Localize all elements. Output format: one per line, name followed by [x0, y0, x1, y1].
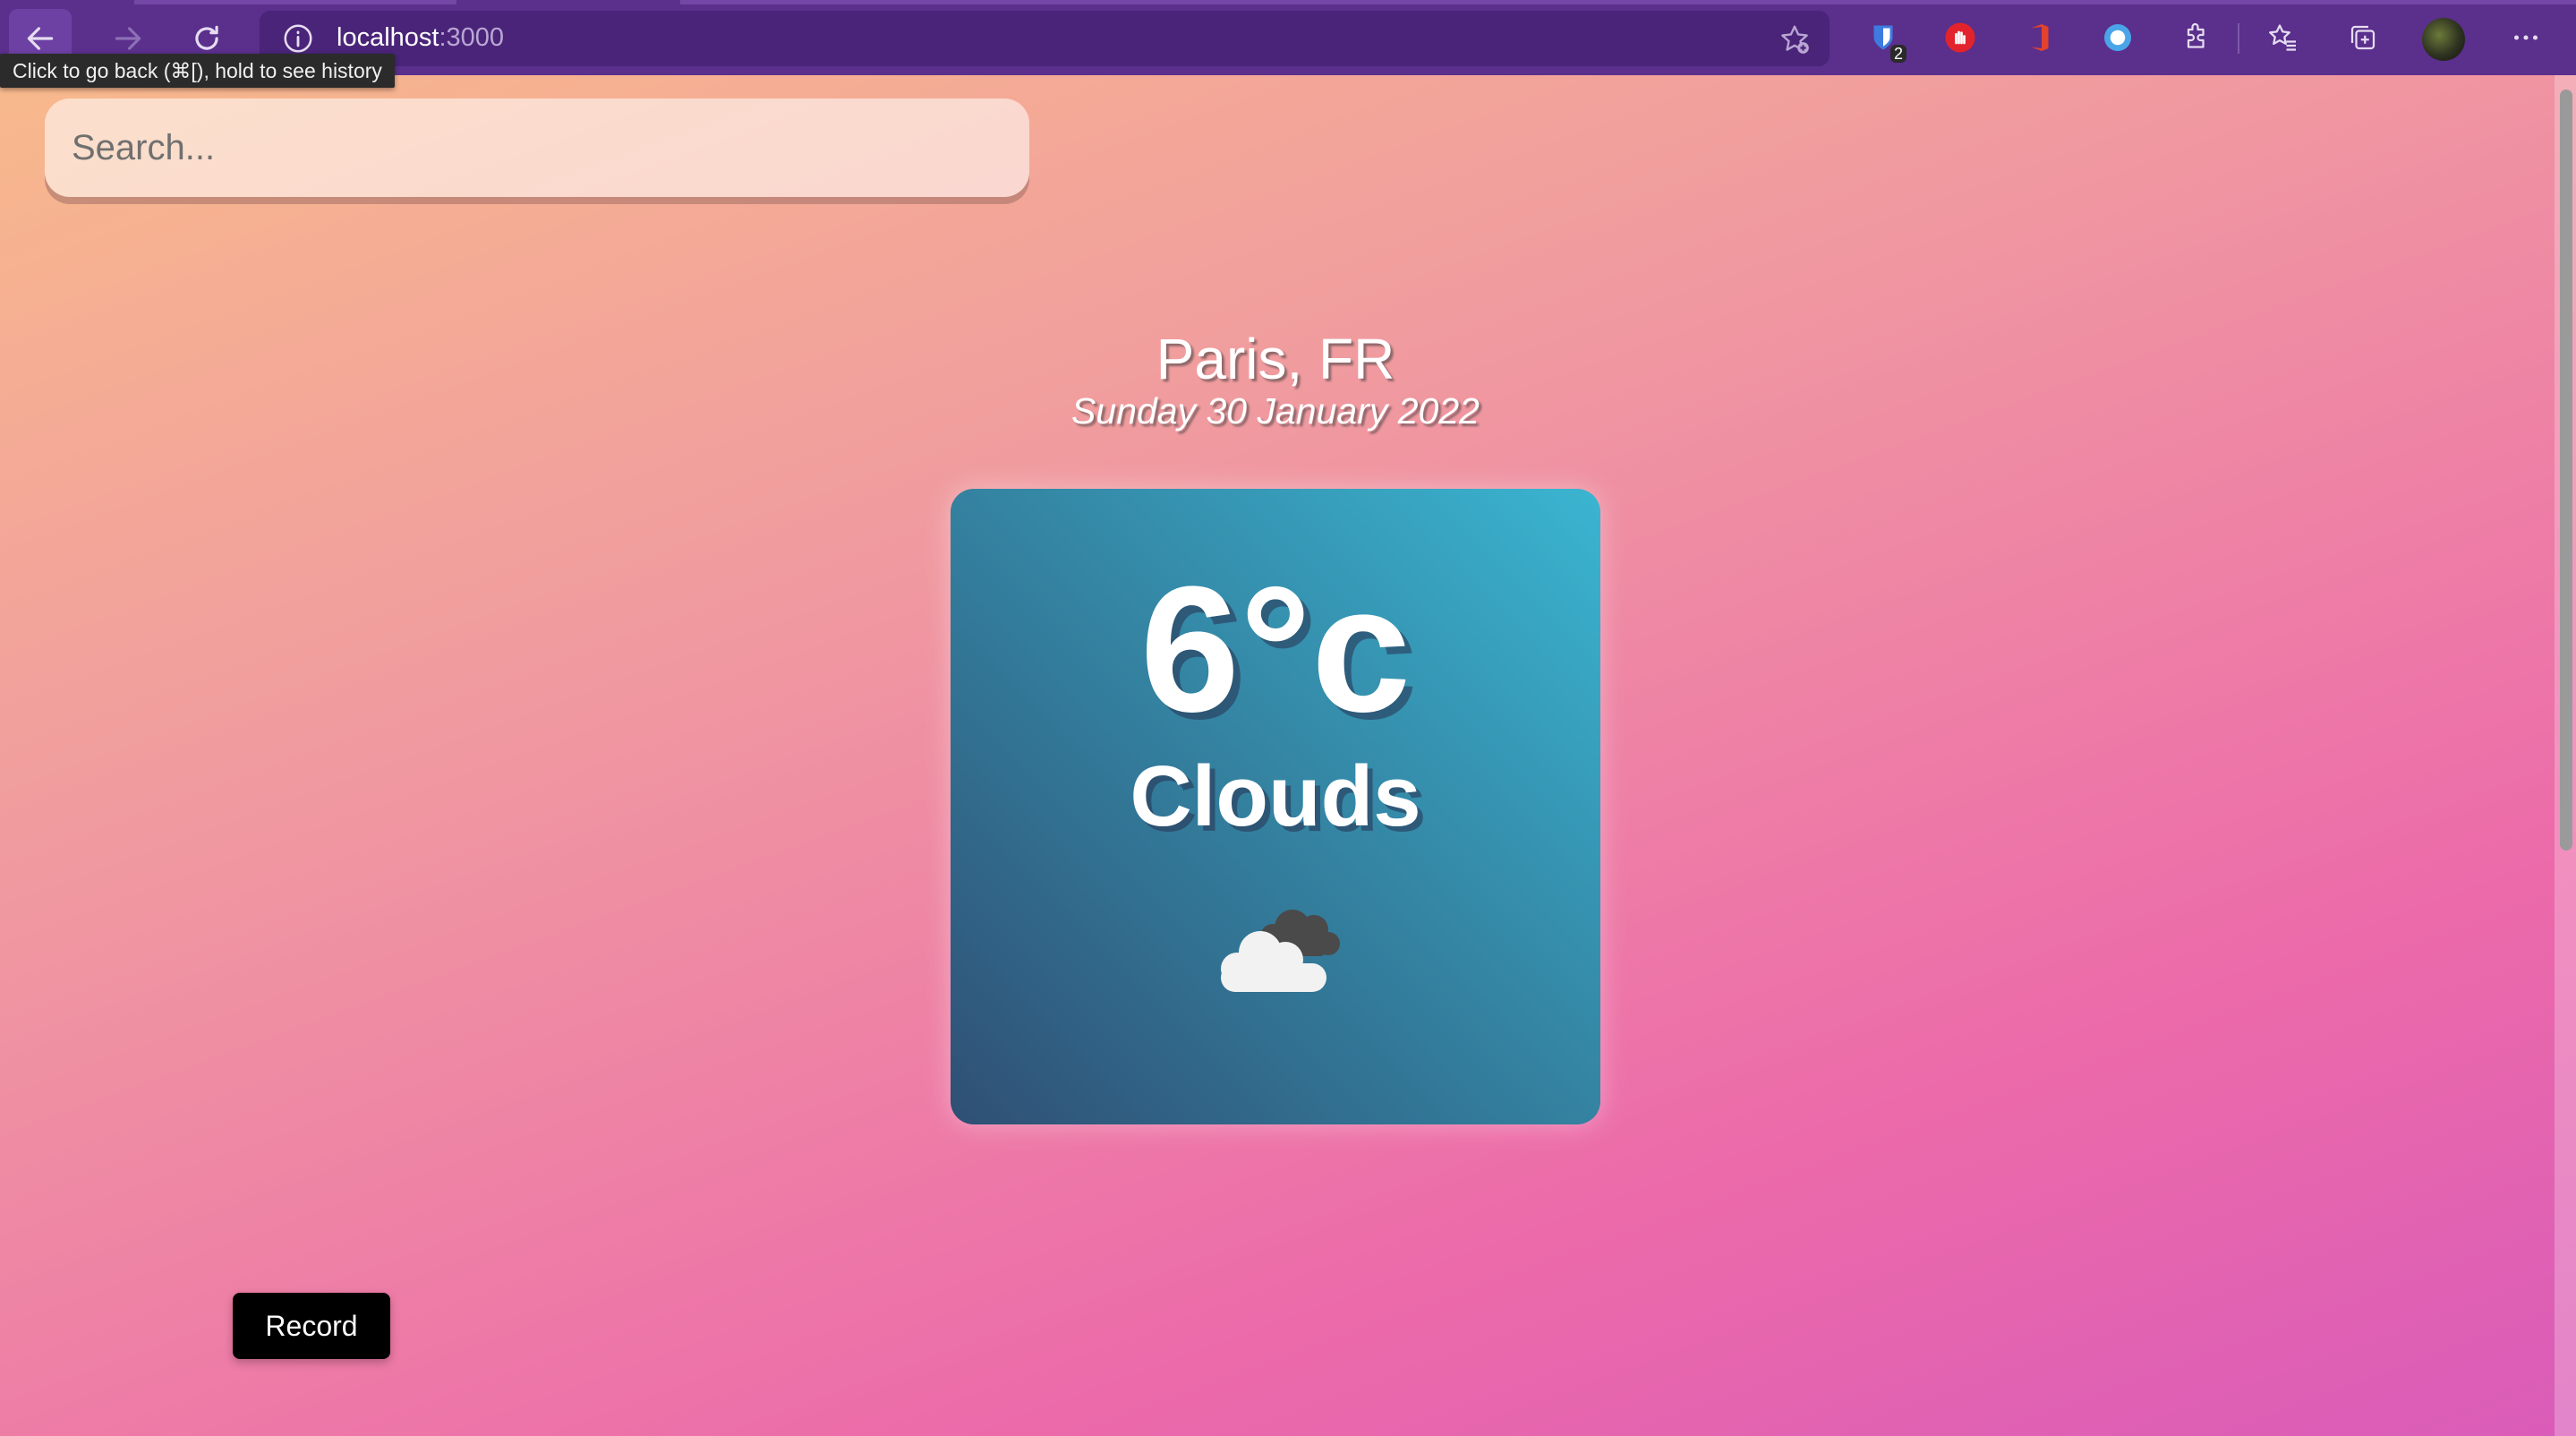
- page-scrollbar[interactable]: [2555, 75, 2576, 1436]
- add-favorite-icon[interactable]: [1778, 22, 1812, 56]
- hand-extension-button[interactable]: [1942, 20, 1978, 56]
- collections-button[interactable]: [2345, 20, 2381, 56]
- weather-card: 6°c Clouds: [951, 489, 1600, 1124]
- office-icon: [2031, 24, 2049, 51]
- tab-strip-edge: [134, 0, 456, 4]
- puzzle-icon: [2187, 22, 2205, 48]
- search-input[interactable]: [45, 98, 1029, 197]
- shield-extension-button[interactable]: 2: [1865, 20, 1906, 63]
- scrollbar-thumb[interactable]: [2560, 90, 2572, 850]
- record-button[interactable]: Record: [233, 1293, 390, 1359]
- extension-badge: 2: [1889, 45, 1906, 63]
- settings-menu-button[interactable]: [2508, 20, 2544, 56]
- clouds-icon: [1221, 910, 1340, 992]
- weather-condition: Clouds: [1130, 748, 1421, 844]
- favorites-button[interactable]: [2265, 20, 2300, 56]
- profile-avatar[interactable]: [2422, 18, 2465, 61]
- url-port: :3000: [439, 23, 505, 52]
- collections-icon: [2350, 25, 2376, 50]
- arrow-left-icon: [27, 27, 54, 50]
- circle-logo-icon: [2104, 24, 2131, 51]
- info-icon[interactable]: [281, 21, 315, 56]
- url-text[interactable]: localhost:3000: [337, 23, 504, 53]
- reload-icon: [195, 25, 218, 50]
- office-extension-button[interactable]: [2021, 20, 2057, 56]
- temperature-value: 6°c: [1139, 550, 1412, 749]
- extensions-button[interactable]: [2179, 20, 2214, 56]
- browser-window: localhost:3000 2 Click to go back (⌘[), …: [0, 0, 2576, 1436]
- address-bar[interactable]: localhost:3000: [260, 11, 1830, 66]
- back-button-tooltip: Click to go back (⌘[), hold to see histo…: [0, 54, 395, 88]
- circle-extension-button[interactable]: [2100, 20, 2136, 56]
- arrow-right-icon: [115, 27, 141, 50]
- more-options-icon: [2513, 35, 2538, 40]
- current-date: Sunday 30 January 2022: [1071, 390, 1480, 432]
- favorites-icon: [2269, 24, 2296, 51]
- weather-app-page: Paris, FR Sunday 30 January 2022 6°c Clo…: [0, 75, 2576, 1436]
- url-host: localhost: [337, 23, 439, 52]
- hand-stop-icon: [1945, 22, 1975, 53]
- toolbar-divider: [2238, 23, 2239, 54]
- location-title: Paris, FR: [1156, 327, 1395, 391]
- tab-strip-edge: [680, 0, 2576, 4]
